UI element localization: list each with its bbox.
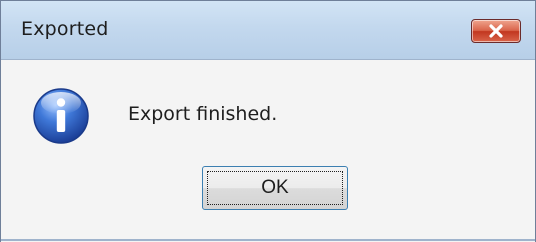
ok-button[interactable]: OK — [202, 166, 348, 210]
window-bottom-border — [1, 239, 535, 241]
close-icon — [487, 24, 505, 38]
dialog-body: Export finished. OK — [1, 60, 535, 242]
info-icon — [31, 86, 91, 146]
dialog-title: Exported — [21, 18, 109, 40]
close-button[interactable] — [471, 19, 521, 43]
dialog-message: Export finished. — [128, 103, 278, 125]
title-bar[interactable]: Exported — [1, 1, 535, 60]
dialog-window: Exported Export finished. OK — [0, 0, 536, 242]
ok-button-label: OK — [207, 171, 343, 205]
